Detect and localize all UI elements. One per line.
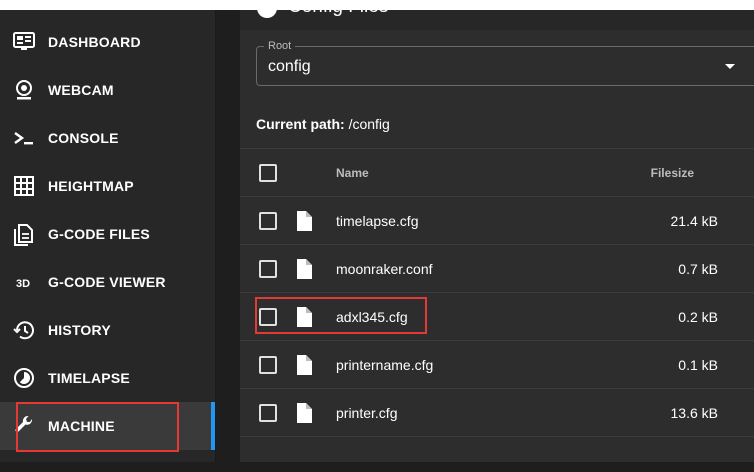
sidebar-item-label: G-CODE FILES xyxy=(48,226,150,242)
sidebar-item-console[interactable]: CONSOLE xyxy=(0,114,215,162)
content-gutter xyxy=(216,10,240,462)
current-path: Current path: /config xyxy=(256,116,390,132)
table-row[interactable]: timelapse.cfg 21.4 kB xyxy=(240,196,754,244)
sidebar-item-timelapse[interactable]: TIMELAPSE xyxy=(0,354,215,402)
highlight-box-adxl345 xyxy=(255,297,427,334)
row-checkbox[interactable] xyxy=(259,260,277,278)
row-checkbox[interactable] xyxy=(259,356,277,374)
chevron-down-icon[interactable] xyxy=(725,64,735,69)
root-select[interactable] xyxy=(256,46,754,86)
row-checkbox[interactable] xyxy=(259,212,277,230)
sidebar-item-gcode-viewer[interactable]: 3D G-CODE VIEWER xyxy=(0,258,215,306)
file-name: printername.cfg xyxy=(336,357,434,373)
table-row[interactable]: printer.cfg 13.6 kB xyxy=(240,388,754,436)
select-all-checkbox[interactable] xyxy=(259,164,277,182)
file-size: 0.1 kB xyxy=(678,357,718,373)
table-header: Name Filesize xyxy=(240,148,754,196)
sidebar-item-label: G-CODE VIEWER xyxy=(48,274,166,290)
highlight-box-machine xyxy=(16,402,179,452)
sidebar-item-label: CONSOLE xyxy=(48,130,119,146)
sidebar-item-label: HISTORY xyxy=(48,322,111,338)
top-strip xyxy=(0,0,754,10)
root-select-label: Root xyxy=(264,40,296,52)
console-icon xyxy=(14,132,33,145)
column-header-filesize[interactable]: Filesize xyxy=(651,166,694,180)
timelapse-icon xyxy=(14,368,34,388)
table-row[interactable]: printername.cfg 0.1 kB xyxy=(240,340,754,388)
current-path-value: /config xyxy=(348,116,390,132)
file-size: 13.6 kB xyxy=(670,405,718,421)
webcam-icon xyxy=(16,80,32,100)
monitor-dashboard-icon xyxy=(13,32,35,50)
sidebar-item-label: HEIGHTMAP xyxy=(48,178,134,194)
file-name: timelapse.cfg xyxy=(336,213,419,229)
file-icon xyxy=(297,259,312,279)
sidebar-item-webcam[interactable]: WEBCAM xyxy=(0,66,215,114)
sidebar-item-history[interactable]: HISTORY xyxy=(0,306,215,354)
file-document-multiple-icon xyxy=(14,224,33,246)
file-size: 21.4 kB xyxy=(670,213,718,229)
active-indicator xyxy=(211,402,215,450)
file-icon xyxy=(297,211,312,231)
page-title: Config Files xyxy=(288,10,388,18)
file-size: 0.7 kB xyxy=(678,261,718,277)
row-checkbox[interactable] xyxy=(259,404,277,422)
sidebar-item-gcode-files[interactable]: G-CODE FILES xyxy=(0,210,215,258)
card-header: Config Files xyxy=(240,10,754,30)
file-size: 0.2 kB xyxy=(678,309,718,325)
file-icon xyxy=(297,355,312,375)
column-header-name[interactable]: Name xyxy=(336,166,369,180)
sidebar-item-label: WEBCAM xyxy=(48,82,114,98)
file-icon xyxy=(297,403,312,423)
sidebar-item-label: TIMELAPSE xyxy=(48,370,130,386)
grid-icon xyxy=(14,176,34,196)
config-files-card: Config Files Root config Current path: /… xyxy=(240,10,754,462)
history-icon xyxy=(13,321,34,340)
file-name: moonraker.conf xyxy=(336,261,433,277)
sidebar-item-heightmap[interactable]: HEIGHTMAP xyxy=(0,162,215,210)
table-bottom-divider xyxy=(240,436,754,437)
sidebar: DASHBOARD WEBCAM CONSOLE HEIGHTMAP G-COD… xyxy=(0,10,216,462)
3d-icon: 3D xyxy=(16,278,30,290)
file-cog-icon xyxy=(257,10,277,18)
root-select-value: config xyxy=(268,58,311,75)
table-row[interactable]: moonraker.conf 0.7 kB xyxy=(240,244,754,292)
sidebar-item-dashboard[interactable]: DASHBOARD xyxy=(0,18,215,66)
svg-text:3D: 3D xyxy=(16,278,30,290)
current-path-label: Current path: xyxy=(256,116,345,132)
sidebar-item-label: DASHBOARD xyxy=(48,34,141,50)
file-name: printer.cfg xyxy=(336,405,398,421)
